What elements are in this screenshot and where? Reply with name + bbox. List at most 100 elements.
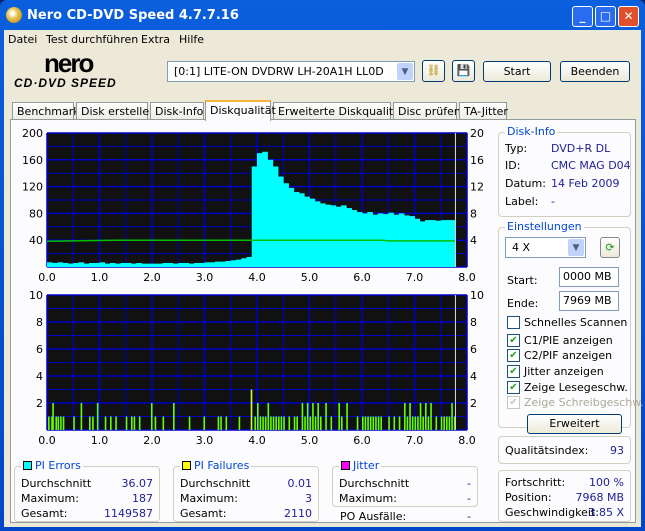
pif-bar <box>362 416 364 430</box>
end-input[interactable]: 7969 MB <box>559 291 619 311</box>
exit-button[interactable]: Beenden <box>560 61 630 82</box>
pif-bar <box>411 416 414 430</box>
x-tick-label: 1.0 <box>91 434 109 447</box>
pif-bar <box>320 416 322 430</box>
progress-group: Fortschritt: 100 % Position: 7968 MB Ges… <box>498 470 631 522</box>
x-tick-label: 4.0 <box>248 271 266 284</box>
pie-bar <box>351 210 358 267</box>
pie-bar <box>388 212 394 267</box>
start-input[interactable]: 0000 MB <box>559 267 619 287</box>
pif-bar <box>451 403 453 430</box>
pie-bar <box>209 262 216 267</box>
speed-select[interactable]: 4 X ▼ <box>505 237 586 258</box>
pi-failures-legend: PI Failures <box>180 459 252 472</box>
pif-bar <box>393 416 396 430</box>
advanced-button[interactable]: Erweitert <box>527 414 622 434</box>
progress-label: Fortschritt: <box>505 476 566 489</box>
pie-bar <box>278 176 284 267</box>
drive-value: [0:1] LITE-ON DVDRW LH-20A1H LL0D <box>174 65 384 78</box>
id-value: CMC MAG D04 <box>551 159 631 172</box>
start-button[interactable]: Start <box>483 61 551 82</box>
pif-bar <box>60 416 62 430</box>
y-tick-label: 8 <box>36 316 43 329</box>
show-pie-label: C1/PIE anzeigen <box>524 334 613 347</box>
pie-bar <box>125 262 132 267</box>
x-tick-label: 4.0 <box>248 434 266 447</box>
pif-bar <box>262 416 264 430</box>
y2-tick-label: 4 <box>470 370 477 383</box>
minimize-button[interactable]: _ <box>572 6 593 27</box>
fast-scan-checkbox[interactable]: Schnelles Scannen <box>507 316 627 329</box>
jitter-swatch <box>341 461 350 470</box>
pif-total-value: 2110 <box>284 507 312 520</box>
pie-bar <box>194 262 200 267</box>
save-button[interactable]: 💾 <box>452 60 475 82</box>
close-button[interactable]: ✕ <box>618 6 639 27</box>
refresh-speed-button[interactable]: ⟳ <box>600 237 620 258</box>
pi-errors-legend: PI Errors <box>21 459 83 472</box>
pie-bar <box>288 187 295 267</box>
pif-bar <box>270 416 272 430</box>
y-tick-label: 6 <box>36 343 43 356</box>
speed-value-readout: 3.85 X <box>588 506 624 519</box>
drive-refresh-button[interactable]: ⛓ <box>422 60 445 82</box>
pif-bar <box>346 403 348 430</box>
client-area: Datei Test durchführen Extra Hilfe nero … <box>4 30 644 527</box>
pif-bar <box>419 403 422 430</box>
x-tick-label: 1.0 <box>91 271 109 284</box>
pif-bar <box>325 403 327 430</box>
pif-bar <box>409 403 411 430</box>
show-pif-checkbox[interactable]: ✔ C2/PIF anzeigen <box>507 349 612 362</box>
app-window: Nero CD-DVD Speed 4.7.7.16 _ □ ✕ Datei T… <box>0 0 645 531</box>
tab-ta-jitter[interactable]: TA-Jitter <box>459 102 508 120</box>
pif-bar <box>220 416 222 430</box>
type-value: DVD+R DL <box>551 142 611 155</box>
maximize-button[interactable]: □ <box>595 6 616 27</box>
y2-tick-label: 4 <box>470 234 477 247</box>
label-label: Label: <box>505 195 539 208</box>
pif-bar <box>188 416 191 430</box>
show-read-speed-checkbox[interactable]: ✔ Zeige Lesegeschw. <box>507 381 628 394</box>
tab-diskqualitaet[interactable]: Diskqualität <box>205 100 276 121</box>
pie-bar <box>73 262 79 267</box>
y-tick-label: 4 <box>36 370 43 383</box>
tab-erweiterte-diskqualitaet[interactable]: Erweiterte Diskqualität <box>273 102 404 120</box>
chevron-down-icon: ▼ <box>397 63 413 80</box>
menu-test[interactable]: Test durchführen <box>46 33 138 46</box>
position-value: 7968 MB <box>575 491 624 504</box>
pi-failures-group: PI Failures Durchschnitt 0.01 Maximum: 3… <box>173 459 319 522</box>
quality-index-label: Qualitätsindex: <box>505 444 589 457</box>
menu-datei[interactable]: Datei <box>8 33 37 46</box>
x-tick-label: 0.0 <box>38 271 56 284</box>
menu-extra[interactable]: Extra <box>141 33 170 46</box>
pif-bar <box>138 416 141 430</box>
check-icon: ✔ <box>507 349 520 362</box>
link-icon: ⛓ <box>426 64 441 77</box>
tab-disc-pruefen[interactable]: Disc prüfen <box>393 102 461 120</box>
pif-bar <box>52 403 54 430</box>
pie-bar <box>435 220 442 267</box>
pie-total-label: Gesamt: <box>21 507 68 520</box>
pif-bar <box>422 416 424 430</box>
pif-bar <box>57 416 60 430</box>
drive-select[interactable]: [0:1] LITE-ON DVDRW LH-20A1H LL0D ▼ <box>167 61 415 82</box>
pie-bar <box>131 263 137 267</box>
pif-bar <box>48 416 50 430</box>
tab-disk-info[interactable]: Disk-Info <box>150 102 204 120</box>
date-label: Datum: <box>505 177 546 190</box>
tab-disk-erstellen[interactable]: Disk erstellen <box>76 102 156 120</box>
show-pie-checkbox[interactable]: ✔ C1/PIE anzeigen <box>507 334 613 347</box>
show-jitter-checkbox[interactable]: ✔ Jitter anzeigen <box>507 365 604 378</box>
pif-bar <box>288 416 291 430</box>
pif-avg-label: Durchschnitt <box>180 477 251 490</box>
pif-chart: 0.0 1.0 2.0 3.0 4.0 5.0 6.0 7.0 8.0 10 8 6 4 2 10 8 6 4 2 <box>29 289 484 447</box>
menu-hilfe[interactable]: Hilfe <box>179 33 204 46</box>
pif-avg-value: 0.01 <box>287 477 313 490</box>
check-icon: ✔ <box>507 396 520 409</box>
x-tick-label: 8.0 <box>458 271 476 284</box>
show-write-speed-label: Zeige Schreibgeschw. <box>524 396 644 409</box>
pie-bar <box>299 193 305 267</box>
pie-bar <box>414 218 421 267</box>
pif-bar <box>257 403 259 430</box>
tab-benchmark[interactable]: Benchmark <box>12 102 80 120</box>
